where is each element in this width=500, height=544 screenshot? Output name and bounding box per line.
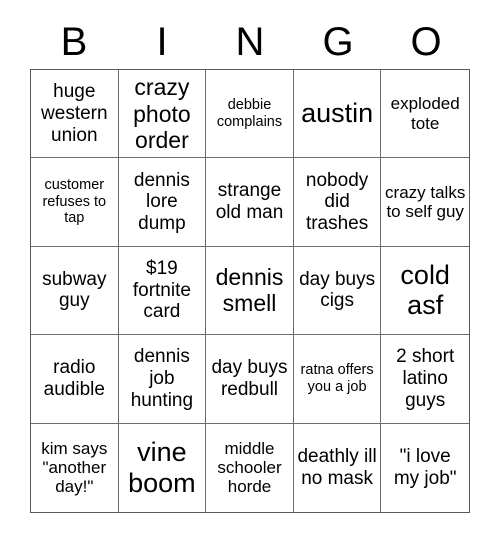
- bingo-header-letter-o: O: [410, 19, 442, 64]
- bingo-header-letter-g: G: [322, 19, 354, 64]
- bingo-cell-o2[interactable]: crazy talks to self guy: [381, 158, 469, 247]
- bingo-cell-label: "i love my job": [393, 446, 457, 489]
- bingo-cell-g3[interactable]: day buys cigs: [293, 246, 382, 336]
- bingo-cell-i4[interactable]: dennis job hunting: [118, 335, 207, 424]
- bingo-header-letter-b: B: [60, 19, 88, 64]
- bingo-cell-label: kim says "another day!": [41, 438, 108, 497]
- bingo-cell-g1[interactable]: austin: [293, 70, 382, 159]
- bingo-card: B I N G O huge western union crazy photo…: [0, 0, 500, 544]
- bingo-cell-label: $19 fortnite card: [132, 258, 191, 323]
- bingo-cell-label: subway guy: [42, 268, 107, 312]
- bingo-header-letter-n: N: [235, 19, 265, 64]
- bingo-cell-label: radio audible: [43, 357, 105, 400]
- bingo-cell-g4[interactable]: ratna offers you a job: [293, 335, 382, 424]
- bingo-cell-n3[interactable]: dennis smell: [206, 246, 294, 336]
- bingo-cell-label: huge western union: [41, 81, 108, 146]
- bingo-cell-label: deathly ill no mask: [297, 446, 377, 489]
- bingo-cell-n2[interactable]: strange old man: [206, 158, 294, 247]
- bingo-cell-g2[interactable]: nobody did trashes: [293, 158, 382, 247]
- bingo-cell-o4[interactable]: 2 short latino guys: [381, 335, 469, 424]
- bingo-cell-o1[interactable]: exploded tote: [381, 70, 469, 159]
- bingo-cell-i5[interactable]: vine boom: [119, 423, 207, 512]
- bingo-cell-label: strange old man: [215, 180, 284, 224]
- bingo-cell-n1[interactable]: debbie complains: [206, 70, 294, 159]
- bingo-cell-label: ratna offers you a job: [300, 362, 374, 395]
- bingo-cell-label: 2 short latino guys: [396, 346, 455, 411]
- bingo-cell-label: dennis lore dump: [133, 169, 190, 234]
- bingo-cell-b3[interactable]: subway guy: [31, 246, 119, 336]
- bingo-cell-label: crazy talks to self guy: [385, 182, 466, 222]
- bingo-cell-label: customer refuses to tap: [42, 177, 107, 227]
- bingo-cell-label: debbie complains: [216, 97, 283, 130]
- bingo-header-letter-i: I: [156, 19, 168, 64]
- bingo-cell-label: crazy photo order: [133, 74, 191, 153]
- bingo-cell-label: day buys redbull: [211, 357, 288, 400]
- bingo-cell-i3[interactable]: $19 fortnite card: [118, 246, 207, 336]
- bingo-grid: huge western union crazy photo order deb…: [30, 69, 470, 513]
- bingo-cell-b4[interactable]: radio audible: [31, 335, 119, 424]
- bingo-cell-label: dennis smell: [215, 264, 284, 317]
- bingo-cell-label: cold asf: [400, 259, 450, 321]
- bingo-cell-label: austin: [301, 98, 374, 129]
- bingo-cell-g5[interactable]: deathly ill no mask: [294, 423, 382, 512]
- bingo-cell-o3[interactable]: cold asf: [381, 247, 469, 336]
- bingo-cell-i2[interactable]: dennis lore dump: [118, 158, 207, 247]
- bingo-cell-label: day buys cigs: [299, 268, 376, 312]
- bingo-cell-b1[interactable]: huge western union: [31, 70, 119, 159]
- bingo-cell-label: middle schooler horde: [217, 438, 282, 497]
- bingo-cell-label: nobody did trashes: [305, 169, 369, 234]
- bingo-cell-b5[interactable]: kim says "another day!": [31, 423, 119, 512]
- bingo-cell-i1[interactable]: crazy photo order: [118, 70, 207, 159]
- bingo-header-row: B I N G O: [30, 14, 470, 69]
- bingo-cell-label: exploded tote: [390, 94, 460, 133]
- bingo-cell-b2[interactable]: customer refuses to tap: [31, 158, 119, 247]
- bingo-cell-label: dennis job hunting: [130, 346, 194, 411]
- bingo-cell-o5[interactable]: "i love my job": [381, 424, 469, 512]
- bingo-cell-n4[interactable]: day buys redbull: [206, 335, 294, 424]
- bingo-cell-label: vine boom: [128, 437, 196, 498]
- bingo-cell-n5[interactable]: middle schooler horde: [206, 423, 294, 512]
